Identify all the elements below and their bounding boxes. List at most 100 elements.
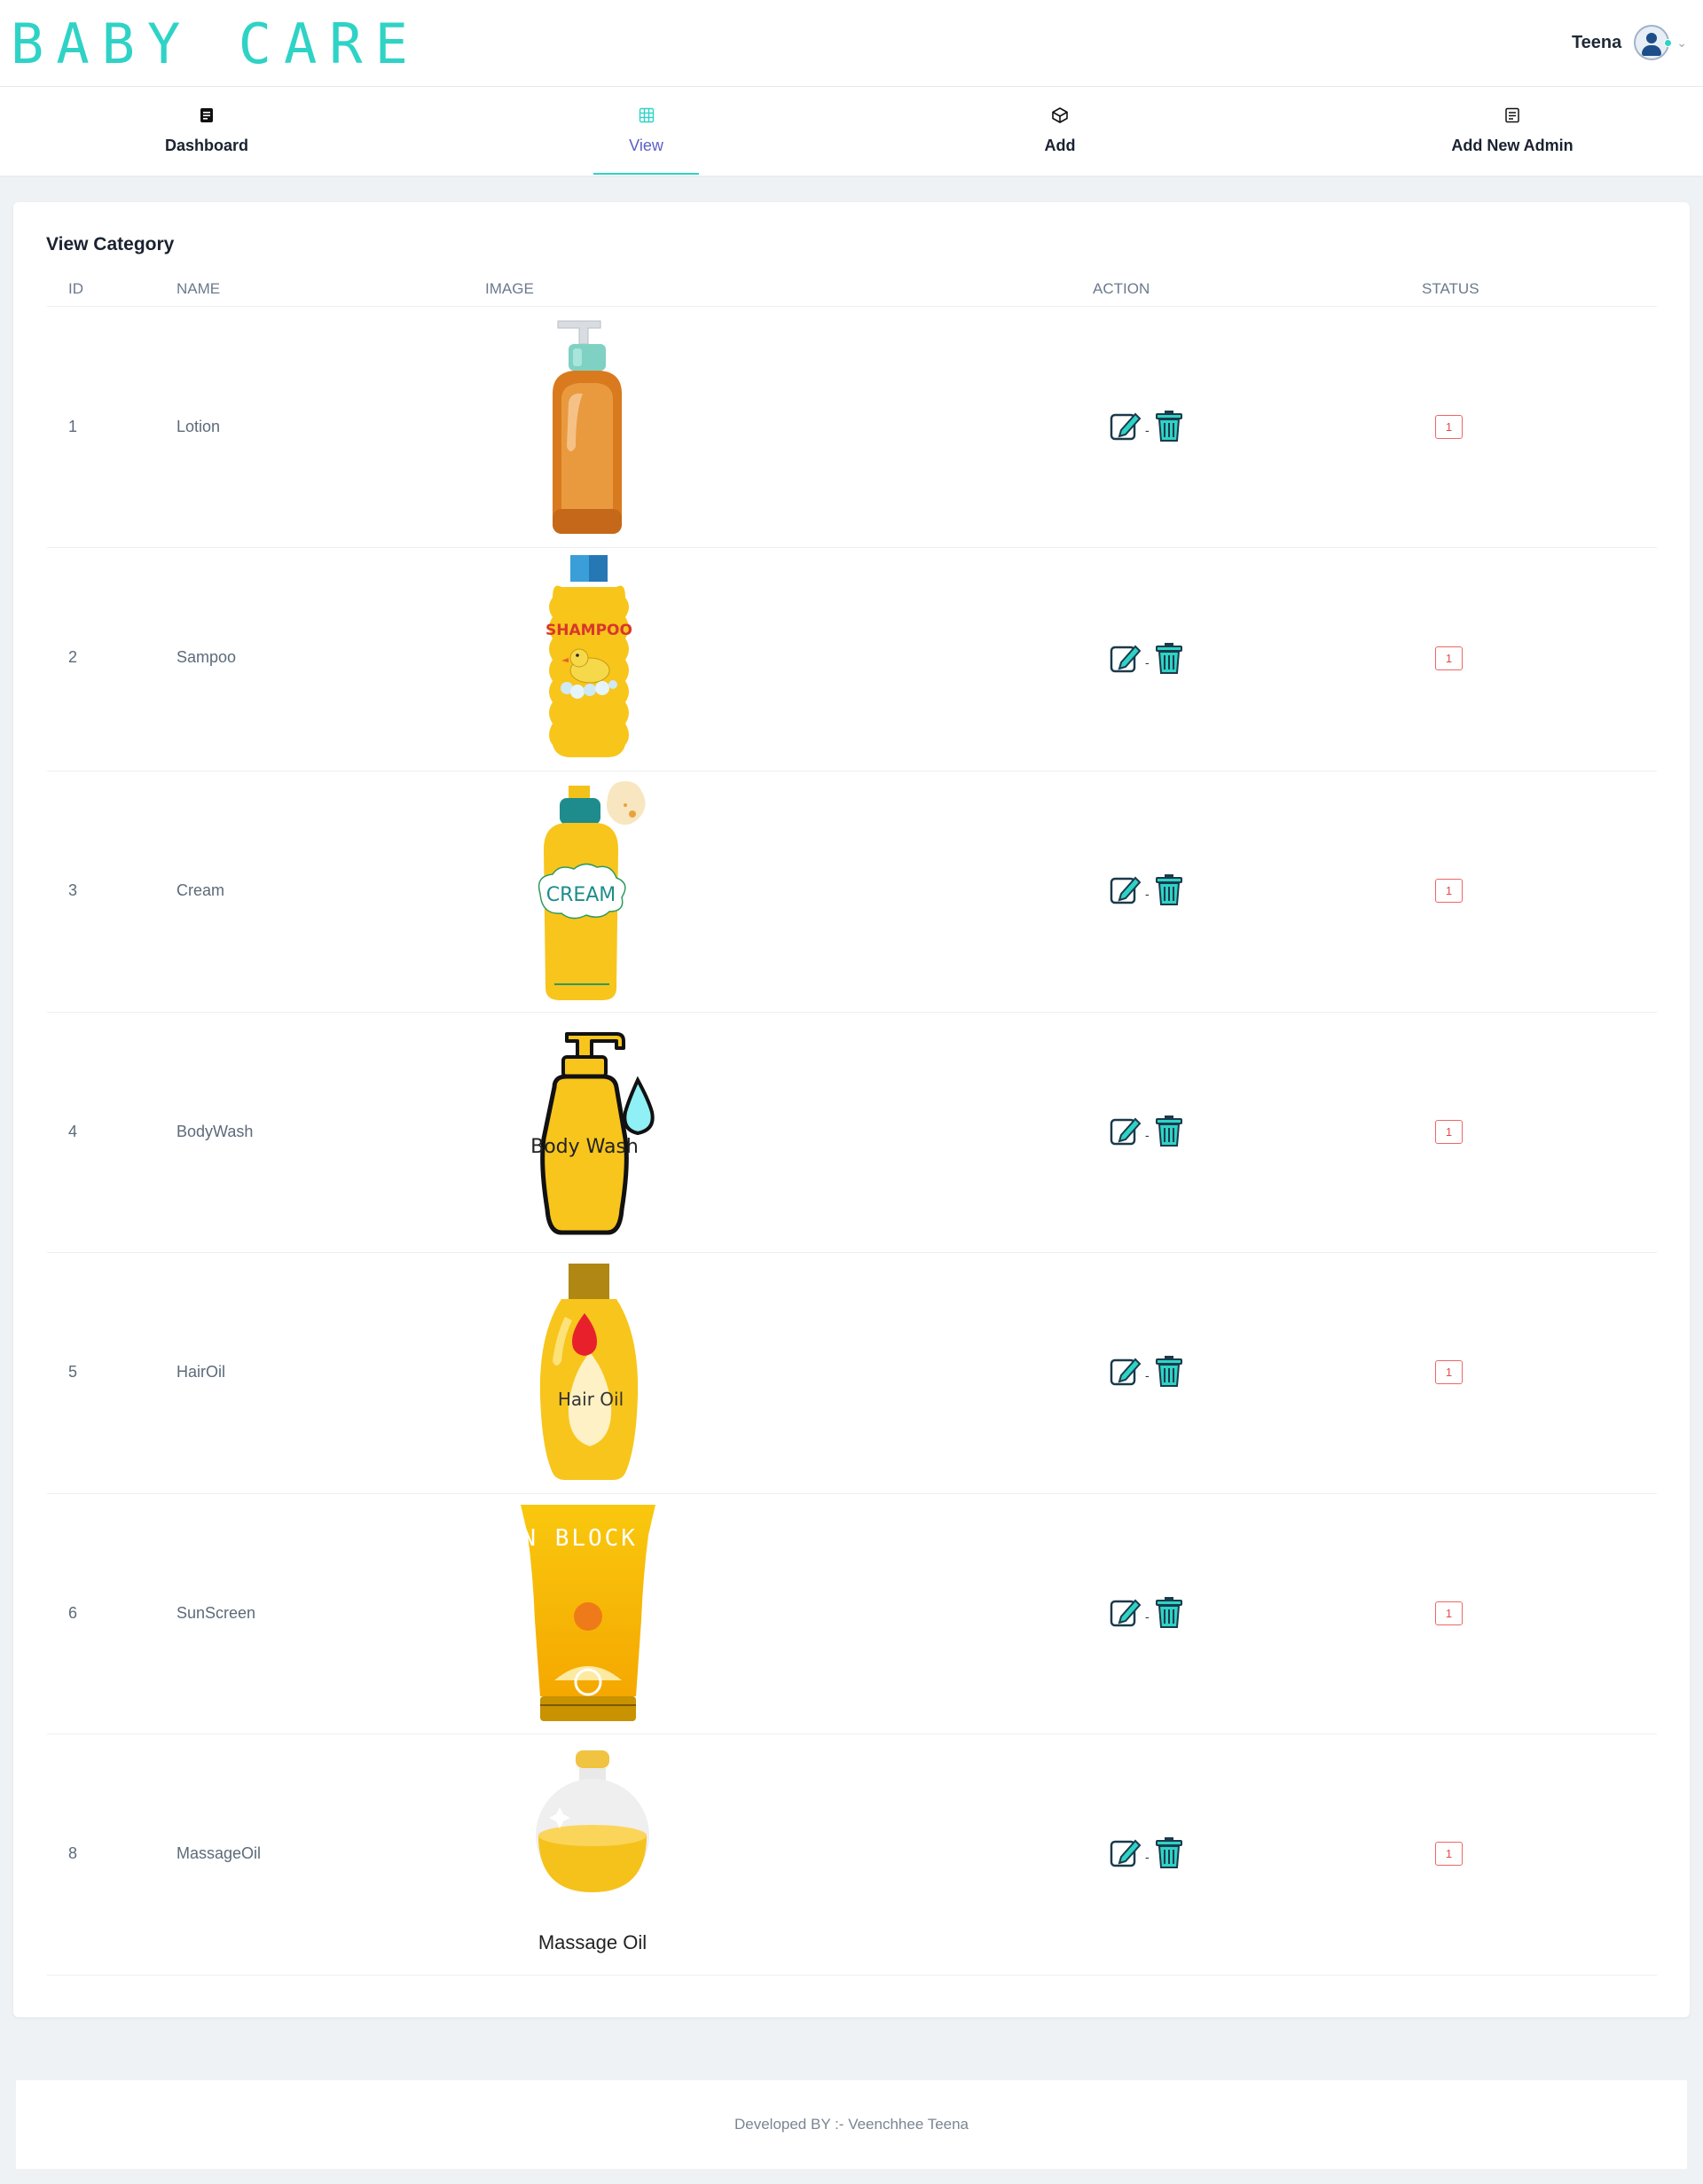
page-title: View Category bbox=[46, 234, 175, 254]
row-name: BodyWash bbox=[177, 1123, 254, 1140]
edit-icon[interactable] bbox=[1108, 872, 1143, 907]
table-row: 5 HairOil Hair Oil - 1 bbox=[47, 1253, 1657, 1494]
category-table: ID NAME IMAGE ACTION STATUS 1 Lotion - 1… bbox=[47, 280, 1657, 1976]
hair-oil-label-text: Hair Oil bbox=[558, 1389, 624, 1410]
status-badge[interactable]: 1 bbox=[1435, 1842, 1463, 1866]
row-id: 8 bbox=[68, 1844, 78, 1862]
row-name: Lotion bbox=[177, 418, 221, 435]
edit-icon[interactable] bbox=[1108, 1353, 1143, 1389]
box-icon bbox=[1051, 106, 1069, 124]
row-id: 1 bbox=[68, 418, 78, 435]
table-row: 6 SunScreen SUN BLOCK 15 - bbox=[47, 1494, 1657, 1734]
trash-icon[interactable] bbox=[1151, 872, 1187, 907]
footer: Developed BY :- Veenchhee Teena bbox=[16, 2080, 1687, 2169]
row-name: Sampoo bbox=[177, 648, 237, 666]
trash-icon[interactable] bbox=[1151, 1353, 1187, 1389]
status-badge[interactable]: 1 bbox=[1435, 1360, 1463, 1384]
nav-item-add[interactable]: Add bbox=[1029, 87, 1091, 176]
chevron-down-icon[interactable]: ⌄ bbox=[1676, 35, 1687, 51]
cream-label-text: CREAM bbox=[546, 884, 616, 906]
table-row: 3 Cream CREAM - 1 bbox=[47, 771, 1657, 1013]
row-name: MassageOil bbox=[177, 1844, 262, 1862]
header-status: STATUS bbox=[1422, 280, 1479, 297]
action-separator: - bbox=[1145, 655, 1150, 669]
table-row: 8 MassageOil Massage Oil - 1 bbox=[47, 1734, 1657, 1976]
row-name: SunScreen bbox=[177, 1604, 256, 1622]
nav-item-dashboard[interactable]: Dashboard bbox=[162, 87, 251, 176]
nav-item-view[interactable]: View bbox=[593, 87, 699, 176]
sunscreen-label-text: SUN BLOCK 15 bbox=[519, 1525, 661, 1552]
app-logo[interactable]: BABY CARE bbox=[11, 16, 420, 73]
action-separator: - bbox=[1145, 1128, 1150, 1142]
row-actions: - bbox=[1108, 872, 1187, 907]
row-actions: - bbox=[1108, 1835, 1187, 1870]
status-badge[interactable]: 1 bbox=[1435, 1120, 1463, 1144]
table-row: 2 Sampoo SHAMPOO - 1 bbox=[47, 548, 1657, 771]
status-badge[interactable]: 1 bbox=[1435, 1601, 1463, 1625]
header-action: ACTION bbox=[1093, 280, 1150, 297]
edit-icon[interactable] bbox=[1108, 408, 1143, 443]
row-actions: - bbox=[1108, 640, 1187, 676]
footer-credit: Developed BY :- Veenchhee Teena bbox=[734, 2116, 969, 2133]
massage-oil-label-text: Massage Oil bbox=[538, 1931, 647, 1953]
top-bar: BABY CARE Teena ⌄ bbox=[0, 0, 1703, 87]
action-separator: - bbox=[1145, 887, 1150, 901]
avatar-body bbox=[1642, 45, 1662, 56]
row-name: Cream bbox=[177, 881, 225, 899]
user-menu[interactable]: Teena ⌄ bbox=[1572, 25, 1687, 60]
lotion-bottle-image bbox=[553, 320, 622, 534]
status-badge[interactable]: 1 bbox=[1435, 646, 1463, 670]
nav-item-add-new-admin[interactable]: Add New Admin bbox=[1448, 87, 1577, 176]
action-separator: - bbox=[1145, 423, 1150, 437]
action-separator: - bbox=[1145, 1850, 1150, 1864]
shampoo-label-text: SHAMPOO bbox=[545, 622, 632, 639]
row-id: 5 bbox=[68, 1363, 78, 1381]
row-actions: - bbox=[1108, 408, 1187, 443]
header-image: IMAGE bbox=[485, 280, 534, 297]
view-category-card: View Category ID NAME IMAGE ACTION STATU… bbox=[13, 202, 1690, 2017]
trash-icon[interactable] bbox=[1151, 408, 1187, 443]
edit-icon[interactable] bbox=[1108, 640, 1143, 676]
trash-icon[interactable] bbox=[1151, 1835, 1187, 1870]
main-nav: Dashboard View Add Add New Admin bbox=[0, 87, 1703, 176]
avatar-head bbox=[1646, 33, 1658, 43]
edit-icon[interactable] bbox=[1108, 1835, 1143, 1870]
massage-oil-flask-image: Massage Oil bbox=[536, 1750, 649, 1953]
header-name: NAME bbox=[177, 280, 221, 297]
cream-bottle-image: CREAM bbox=[538, 781, 646, 1000]
edit-icon[interactable] bbox=[1108, 1594, 1143, 1630]
online-status-dot bbox=[1664, 39, 1673, 47]
nav-label-add-new-admin: Add New Admin bbox=[1451, 137, 1574, 154]
body-wash-bottle-image: Body Wash bbox=[530, 1032, 655, 1235]
row-id: 4 bbox=[68, 1123, 78, 1140]
sunscreen-tube-image: SUN BLOCK 15 bbox=[519, 1505, 661, 1721]
status-badge[interactable]: 1 bbox=[1435, 415, 1463, 439]
nav-label-dashboard: Dashboard bbox=[164, 137, 249, 154]
table-header: ID NAME IMAGE ACTION STATUS bbox=[47, 280, 1657, 307]
row-actions: - bbox=[1108, 1113, 1187, 1148]
row-id: 6 bbox=[68, 1604, 78, 1622]
table-row: 1 Lotion - 1 bbox=[47, 307, 1657, 548]
action-separator: - bbox=[1145, 1368, 1150, 1382]
shampoo-bottle-image: SHAMPOO bbox=[545, 555, 632, 757]
nav-label-view: View bbox=[629, 137, 663, 154]
hair-oil-bottle-image: Hair Oil bbox=[539, 1264, 639, 1480]
trash-icon[interactable] bbox=[1151, 1594, 1187, 1630]
row-name: HairOil bbox=[177, 1363, 226, 1381]
action-separator: - bbox=[1145, 1609, 1150, 1624]
row-actions: - bbox=[1108, 1353, 1187, 1389]
status-badge[interactable]: 1 bbox=[1435, 879, 1463, 903]
edit-icon[interactable] bbox=[1108, 1113, 1143, 1148]
avatar[interactable] bbox=[1634, 25, 1673, 60]
trash-icon[interactable] bbox=[1151, 1113, 1187, 1148]
grid-icon bbox=[638, 106, 655, 124]
header-id: ID bbox=[68, 280, 83, 297]
nav-label-add: Add bbox=[1044, 137, 1076, 154]
user-name[interactable]: Teena bbox=[1572, 33, 1621, 53]
row-actions: - bbox=[1108, 1594, 1187, 1630]
table-row: 4 BodyWash Body Wash - 1 bbox=[47, 1013, 1657, 1253]
body-wash-label-text: Body Wash bbox=[530, 1136, 639, 1158]
trash-icon[interactable] bbox=[1151, 640, 1187, 676]
row-id: 3 bbox=[68, 881, 78, 899]
document-icon bbox=[198, 106, 216, 124]
